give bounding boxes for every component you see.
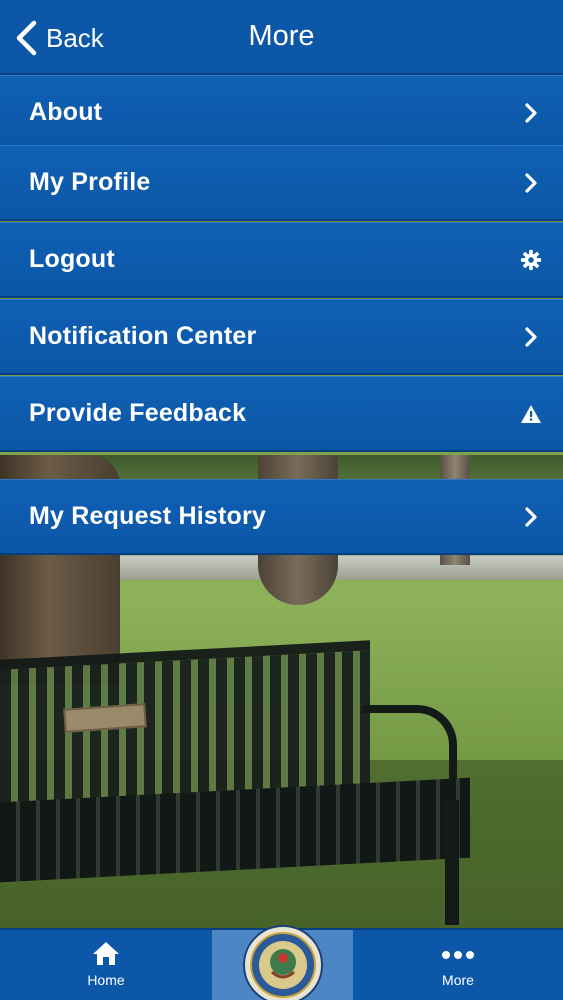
gear-icon bbox=[519, 248, 543, 272]
menu-item-my-request-history[interactable]: My Request History bbox=[0, 479, 563, 555]
menu-item-logout[interactable]: Logout bbox=[0, 222, 563, 298]
menu-item-my-profile[interactable]: My Profile bbox=[0, 145, 563, 221]
page-title: More bbox=[248, 20, 315, 52]
city-seal-icon bbox=[242, 925, 323, 1000]
menu-item-label: My Request History bbox=[29, 502, 266, 530]
tab-home[interactable]: Home bbox=[0, 930, 212, 1000]
chevron-right-icon bbox=[519, 325, 543, 349]
menu-item-label: About bbox=[29, 98, 103, 126]
menu-item-label: Provide Feedback bbox=[29, 399, 247, 427]
tab-bar: Home More bbox=[0, 925, 563, 1000]
menu-item-label: Logout bbox=[29, 245, 115, 273]
bench-leg bbox=[445, 800, 459, 925]
tab-city-seal[interactable] bbox=[212, 925, 353, 1000]
menu-item-about[interactable]: About bbox=[0, 75, 563, 151]
tab-home-label: Home bbox=[87, 972, 125, 988]
menu-item-label: My Profile bbox=[29, 168, 151, 196]
home-icon bbox=[93, 942, 119, 965]
tab-more-label: More bbox=[442, 972, 474, 988]
tab-more[interactable]: More bbox=[353, 930, 563, 1000]
chevron-right-icon bbox=[519, 171, 543, 195]
menu-item-label: Notification Center bbox=[29, 322, 257, 350]
warning-icon bbox=[519, 402, 543, 426]
bench-armrest bbox=[362, 705, 457, 785]
chevron-right-icon bbox=[519, 505, 543, 529]
menu-item-provide-feedback[interactable]: Provide Feedback bbox=[0, 376, 563, 452]
menu-item-notification-center[interactable]: Notification Center bbox=[0, 299, 563, 375]
chevron-right-icon bbox=[519, 101, 543, 125]
more-dots-icon bbox=[442, 951, 474, 959]
navigation-bar: Back More bbox=[0, 0, 563, 75]
